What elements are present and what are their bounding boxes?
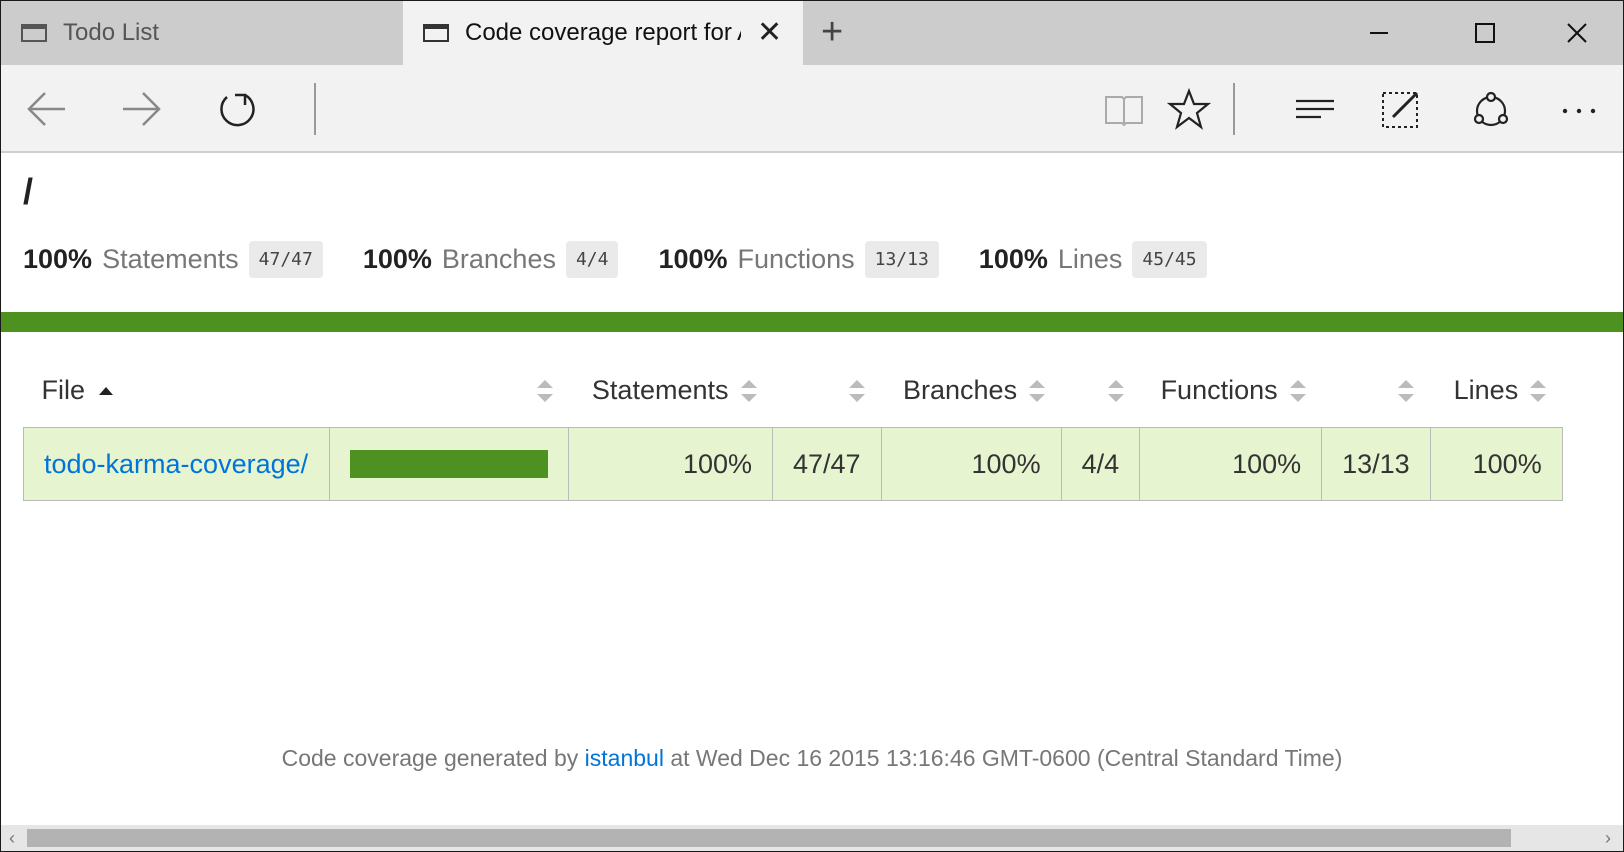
page-content: / 100% Statements 47/47 100% Branches 4/…: [1, 153, 1623, 825]
summary-functions: 100% Functions 13/13: [658, 241, 939, 278]
favorite-star-icon[interactable]: [1163, 83, 1215, 135]
tab-bar: Todo List Code coverage report for All f…: [1, 1, 1623, 65]
col-branches-frac-header[interactable]: [1061, 353, 1140, 428]
tab-title: Code coverage report for All files: [465, 19, 741, 46]
share-icon[interactable]: [1465, 83, 1517, 135]
branches-pct-cell: 100%: [880, 427, 1062, 501]
more-icon[interactable]: [1553, 83, 1605, 135]
new-tab-icon[interactable]: +: [821, 13, 843, 51]
tab-page-icon: [423, 24, 449, 42]
col-statements-frac-header[interactable]: [773, 353, 882, 428]
sort-icon: [1289, 380, 1306, 403]
col-functions-header[interactable]: Functions: [1140, 353, 1322, 428]
summary-fraction: 45/45: [1132, 241, 1207, 278]
sort-icon: [740, 380, 757, 403]
forward-icon[interactable]: [115, 83, 167, 135]
summary-lines: 100% Lines 45/45: [979, 241, 1207, 278]
divider: [1233, 83, 1235, 135]
summary-fraction: 4/4: [565, 241, 619, 278]
browser-window: Todo List Code coverage report for All f…: [0, 0, 1624, 852]
summary-branches: 100% Branches 4/4: [363, 241, 619, 278]
file-cell: todo-karma-coverage/: [23, 427, 330, 501]
col-file-header[interactable]: File: [24, 353, 330, 428]
summary-label: Lines: [1057, 244, 1123, 274]
sort-ascending-icon: [99, 387, 114, 396]
table-row: todo-karma-coverage/ 100% 47/47 100% 4/4…: [23, 427, 1563, 501]
file-link[interactable]: todo-karma-coverage/: [44, 449, 308, 479]
horizontal-scrollbar[interactable]: ‹ ›: [1, 825, 1623, 851]
sort-icon: [1398, 380, 1415, 403]
coverage-table: File Statements Branches Functions Lines…: [23, 353, 1563, 501]
close-window-icon[interactable]: [1531, 1, 1623, 65]
scroll-right-icon[interactable]: ›: [1605, 828, 1611, 849]
back-icon[interactable]: [21, 83, 73, 135]
table-header-row: File Statements Branches Functions Lines: [24, 353, 1563, 428]
summary-fraction: 47/47: [248, 241, 323, 278]
coverage-bar: [350, 450, 548, 478]
col-functions-frac-header[interactable]: [1322, 353, 1431, 428]
sort-icon: [1107, 380, 1124, 403]
lines-pct-cell: 100%: [1429, 427, 1563, 501]
navigation-bar: [1, 65, 1623, 153]
summary-pct: 100%: [658, 244, 728, 274]
statements-frac-cell: 47/47: [772, 427, 882, 501]
footer-suffix: at Wed Dec 16 2015 13:16:46 GMT-0600 (Ce…: [670, 745, 1343, 771]
coverage-summary: 100% Statements 47/47 100% Branches 4/4 …: [23, 241, 1247, 278]
close-tab-icon[interactable]: ✕: [757, 18, 782, 48]
footer-prefix: Code coverage generated by: [281, 745, 579, 771]
tab-todo-list[interactable]: Todo List: [1, 1, 403, 65]
sort-icon: [536, 380, 553, 403]
hub-icon[interactable]: [1289, 83, 1341, 135]
summary-label: Branches: [441, 244, 556, 274]
col-statements-header[interactable]: Statements: [569, 353, 773, 428]
summary-pct: 100%: [978, 244, 1048, 274]
col-lines-header[interactable]: Lines: [1430, 353, 1562, 428]
divider: [314, 83, 316, 135]
scroll-left-icon[interactable]: ‹: [9, 828, 15, 849]
coverage-bar-cell: [329, 427, 569, 501]
minimize-icon[interactable]: [1333, 1, 1425, 65]
summary-fraction: 13/13: [864, 241, 939, 278]
functions-pct-cell: 100%: [1139, 427, 1323, 501]
coverage-status-bar: [1, 312, 1623, 332]
tab-title: Todo List: [63, 19, 160, 46]
page-path: /: [23, 171, 34, 212]
sort-icon: [1029, 380, 1046, 403]
maximize-icon[interactable]: [1439, 1, 1531, 65]
summary-pct: 100%: [23, 244, 93, 274]
branches-frac-cell: 4/4: [1060, 427, 1141, 501]
summary-statements: 100% Statements 47/47: [23, 241, 323, 278]
istanbul-link[interactable]: istanbul: [585, 745, 664, 771]
scrollbar-thumb[interactable]: [27, 829, 1511, 847]
refresh-icon[interactable]: [211, 83, 263, 135]
statements-pct-cell: 100%: [568, 427, 773, 501]
reading-view-icon[interactable]: [1098, 83, 1150, 135]
sort-icon: [1530, 380, 1547, 403]
col-branches-header[interactable]: Branches: [881, 353, 1061, 428]
web-note-icon[interactable]: [1375, 83, 1427, 135]
summary-label: Functions: [737, 244, 855, 274]
summary-label: Statements: [102, 244, 239, 274]
sort-icon: [849, 380, 866, 403]
tab-coverage-report[interactable]: Code coverage report for All files ✕: [403, 1, 803, 65]
footer: Code coverage generated by istanbul at W…: [1, 745, 1623, 772]
functions-frac-cell: 13/13: [1321, 427, 1431, 501]
col-bar-header[interactable]: [330, 353, 569, 428]
tab-page-icon: [21, 24, 47, 42]
summary-pct: 100%: [362, 244, 432, 274]
